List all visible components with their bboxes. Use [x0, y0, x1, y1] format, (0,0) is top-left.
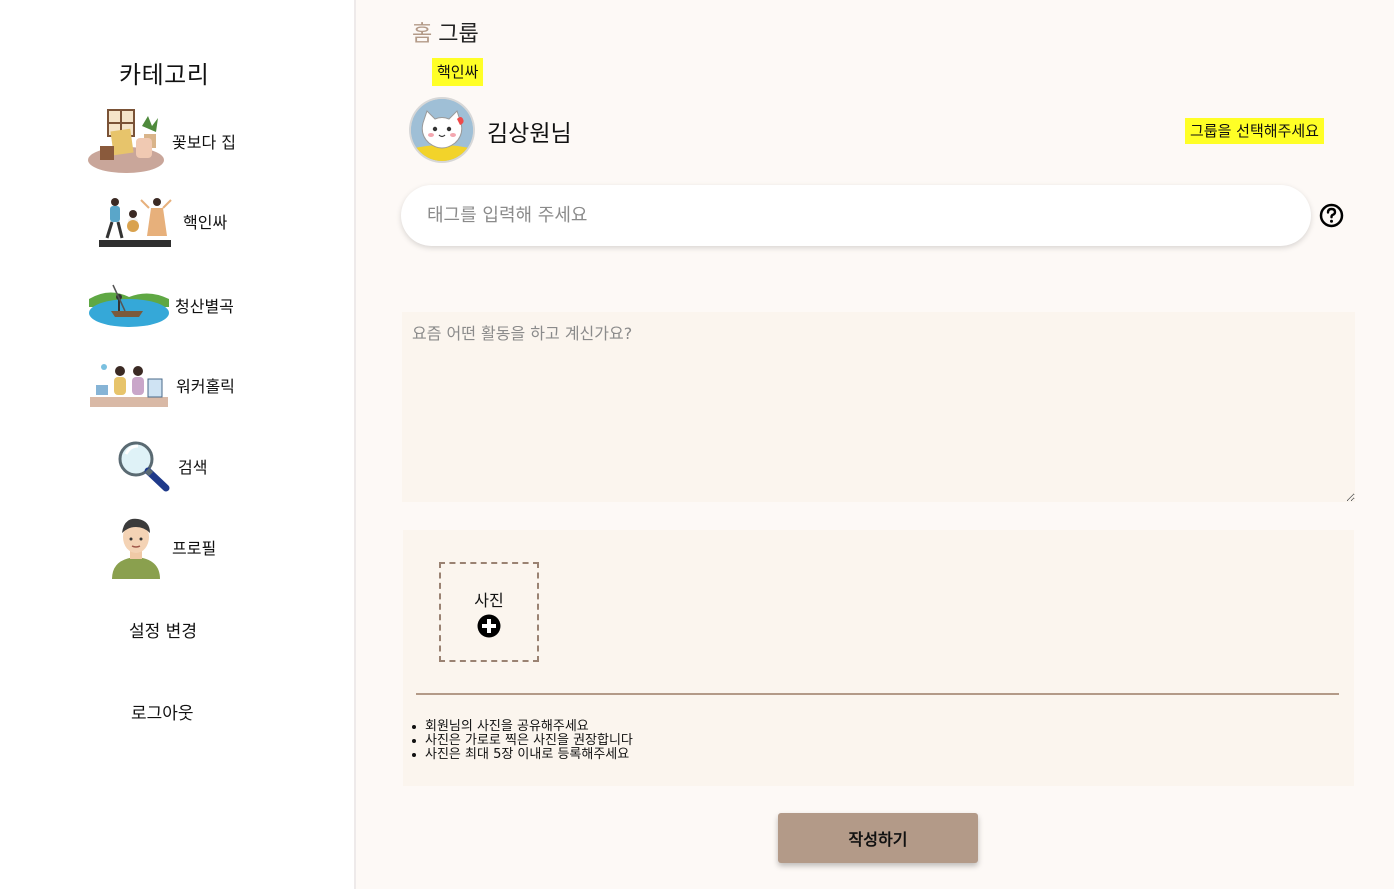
sidebar-item-label: 검색 [178, 458, 208, 477]
sidebar-item-search[interactable]: 검색 [116, 440, 207, 492]
sidebar-item-workaholic[interactable]: 워커홀릭 [90, 359, 235, 411]
breadcrumb: 홈 그룹 [412, 16, 479, 48]
select-group-button[interactable]: 그룹을 선택해주세요 [1185, 118, 1324, 144]
house-illustration-icon [86, 106, 166, 176]
plus-circle-icon [477, 611, 501, 642]
sidebar-item-label: 꽃보다 집 [172, 133, 236, 152]
people-dancing-illustration-icon [97, 192, 175, 250]
list-item: 회원님의 사진을 공유해주세요 [412, 720, 633, 734]
user-avatar [411, 99, 473, 161]
breadcrumb-current: 그룹 [438, 22, 479, 47]
sidebar-item-cheongsan[interactable]: 청산별곡 [89, 281, 234, 329]
settings-link[interactable]: 설정 변경 [129, 617, 197, 642]
sidebar-item-insider[interactable]: 핵인싸 [97, 192, 227, 250]
divider [416, 693, 1339, 695]
sidebar-item-label: 청산별곡 [175, 297, 234, 316]
sidebar-item-label: 프로필 [172, 539, 217, 558]
sidebar-item-profile[interactable]: 프로필 [110, 515, 216, 579]
help-icon[interactable] [1319, 203, 1344, 228]
list-item: 사진은 가로로 찍은 사진을 권장합니다 [412, 733, 633, 748]
magnifier-icon [116, 440, 170, 492]
activity-textarea[interactable] [402, 312, 1355, 502]
sidebar-item-label: 핵인싸 [183, 213, 228, 232]
office-workers-illustration-icon [90, 359, 168, 411]
user-name: 김상원님 [487, 121, 572, 147]
breadcrumb-home[interactable]: 홈 [412, 22, 432, 47]
river-boat-illustration-icon [89, 281, 169, 329]
photo-guidelines: 회원님의 사진을 공유해주세요 사진은 가로로 찍은 사진을 권장합니다 사진은… [412, 720, 633, 762]
submit-button[interactable]: 작성하기 [778, 813, 978, 863]
selected-group-badge: 핵인싸 [432, 58, 484, 86]
sidebar: 카테고리 꽃보다 집 핵인싸 청산별곡 워커홀릭 검색 프로필 설정 변경 로그… [0, 0, 356, 889]
tag-input[interactable] [401, 185, 1311, 246]
cat-avatar-icon [411, 99, 473, 161]
sidebar-item-house[interactable]: 꽃보다 집 [86, 106, 236, 176]
person-avatar-icon [110, 515, 162, 579]
list-item: 사진은 최대 5장 이내로 등록해주세요 [412, 748, 633, 762]
sidebar-item-label: 워커홀릭 [176, 377, 235, 396]
photo-upload-panel: 사진 회원님의 사진을 공유해주세요 사진은 가로로 찍은 사진을 권장합니다 … [403, 530, 1354, 786]
add-photo-label: 사진 [474, 590, 504, 610]
logout-link[interactable]: 로그아웃 [131, 699, 194, 724]
add-photo-button[interactable]: 사진 [439, 562, 539, 662]
sidebar-title: 카테고리 [119, 61, 210, 89]
